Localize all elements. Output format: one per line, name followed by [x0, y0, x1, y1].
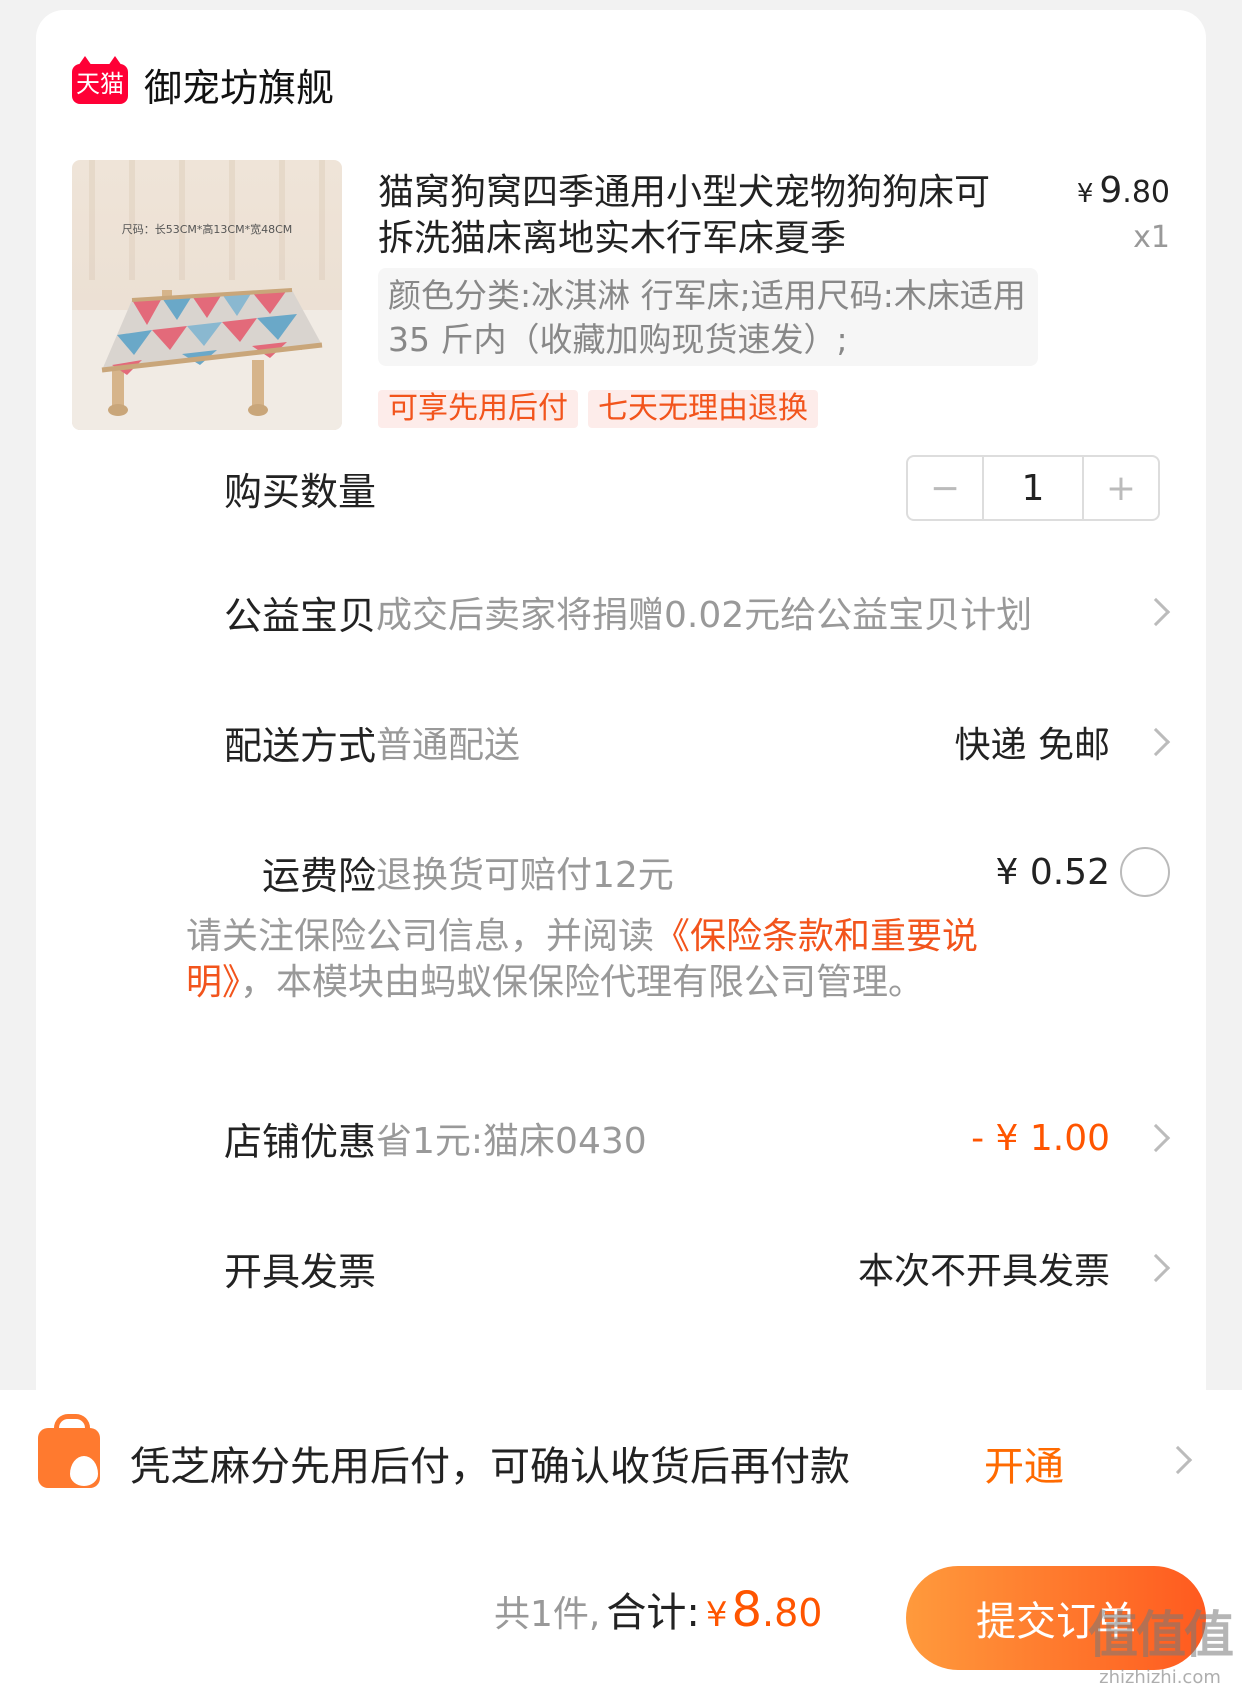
watermark: 值值值 zhizhizhi.com	[1088, 1595, 1234, 1688]
watermark-main: 值值值	[1088, 1606, 1234, 1664]
price-decimal: .80	[1122, 175, 1170, 210]
insurance-radio[interactable]	[1120, 847, 1170, 897]
chevron-right-icon	[1141, 597, 1171, 627]
price-integer: 9	[1099, 170, 1123, 211]
total-cents: .80	[762, 1591, 823, 1635]
total-currency: ¥	[705, 1595, 728, 1635]
chevron-right-icon	[1163, 1445, 1193, 1475]
store-discount-row[interactable]: 店铺优惠 省1元:猫床0430 - ¥ 1.00	[36, 1098, 1206, 1178]
activate-button[interactable]: 开通	[984, 1434, 1064, 1492]
chevron-right-icon	[1141, 1123, 1171, 1153]
invoice-value: 本次不开具发票	[857, 1251, 1110, 1292]
insurance-label: 运费险	[261, 853, 376, 898]
charity-row[interactable]: 公益宝贝 成交后卖家将捐赠0.02元给公益宝贝计划	[36, 572, 1206, 652]
store-discount-value: - ¥ 1.00	[971, 1117, 1110, 1159]
decrease-button[interactable]: −	[908, 457, 982, 519]
shop-name[interactable]: 御宠坊旗舰	[144, 57, 334, 112]
product-photo: 尺码：长53CM*高13CM*宽48CM	[72, 160, 342, 430]
image-caption: 尺码：长53CM*高13CM*宽48CM	[122, 222, 293, 236]
order-total: 共1件, 合计: ¥ 8.80	[494, 1580, 822, 1638]
invoice-row[interactable]: 开具发票 本次不开具发票	[36, 1228, 1206, 1308]
quantity-value[interactable]: 1	[982, 457, 1084, 519]
order-card: 天猫 御宠坊旗舰 尺码：长53CM*高13CM*宽48CM 猫窝狗窝四季通用小型…	[36, 10, 1206, 1430]
service-tags: 可享先用后付 七天无理由退换	[378, 390, 818, 428]
total-amount: 8	[731, 1582, 763, 1638]
product-title[interactable]: 猫窝狗窝四季通用小型犬宠物狗狗床可拆洗猫床离地实木行军床夏季	[378, 170, 1018, 262]
notice-text-tail: ，本模块由蚂蚁保保险代理有限公司管理。	[240, 962, 925, 1003]
product-quantity: x1	[1133, 220, 1170, 255]
product-image[interactable]: 尺码：长53CM*高13CM*宽48CM	[72, 160, 342, 430]
pay-later-text: 凭芝麻分先用后付，可确认收货后再付款	[130, 1444, 850, 1490]
insurance-notice: 请关注保险公司信息，并阅读《保险条款和重要说明》，本模块由蚂蚁保保险代理有限公司…	[186, 914, 1056, 1006]
product-price: ¥9.80	[1077, 170, 1170, 211]
notice-text: 请关注保险公司信息，并阅读	[186, 916, 655, 957]
shop-header[interactable]: 天猫 御宠坊旗舰	[72, 54, 334, 114]
watermark-sub: zhizhizhi.com	[1099, 1667, 1221, 1688]
tag-seven-day-return: 七天无理由退换	[588, 390, 818, 428]
insurance-desc: 退换货可赔付12元	[376, 855, 674, 896]
total-label: 合计:	[606, 1590, 700, 1636]
insurance-price: ¥ 0.52	[995, 851, 1110, 893]
item-count: 共1件,	[494, 1594, 601, 1635]
store-discount-label: 店铺优惠	[223, 1119, 376, 1164]
tmall-logo: 天猫	[72, 56, 128, 104]
checkout-bar: 共1件, 合计: ¥ 8.80 提交订单	[0, 1550, 1242, 1670]
quantity-stepper[interactable]: − 1 +	[906, 455, 1160, 521]
charity-desc: 成交后卖家将捐赠0.02元给公益宝贝计划	[376, 595, 1033, 636]
insurance-row: 运费险 退换货可赔付12元 ¥ 0.52	[36, 832, 1206, 912]
delivery-row[interactable]: 配送方式 普通配送 快递 免邮	[36, 702, 1206, 782]
chevron-right-icon	[1141, 1253, 1171, 1283]
quantity-row: 购买数量 − 1 +	[36, 448, 1206, 528]
tag-pay-later: 可享先用后付	[378, 390, 578, 428]
shopping-bag-icon	[38, 1414, 100, 1488]
charity-label: 公益宝贝	[223, 593, 376, 638]
quantity-label: 购买数量	[223, 469, 376, 514]
sku-info[interactable]: 颜色分类:冰淇淋 行军床;适用尺码:木床适用 35 斤内（收藏加购现货速发）;	[378, 268, 1038, 366]
delivery-value: 快递 免邮	[954, 725, 1110, 766]
increase-button[interactable]: +	[1084, 457, 1158, 519]
delivery-desc: 普通配送	[376, 725, 521, 766]
chevron-right-icon	[1141, 727, 1171, 757]
store-discount-desc: 省1元:猫床0430	[376, 1121, 647, 1162]
bottom-panel: 凭芝麻分先用后付，可确认收货后再付款 开通 共1件, 合计: ¥ 8.80 提交…	[0, 1390, 1242, 1694]
price-currency: ¥	[1076, 179, 1094, 209]
pay-later-banner[interactable]: 凭芝麻分先用后付，可确认收货后再付款 开通	[0, 1414, 1242, 1500]
delivery-label: 配送方式	[223, 723, 376, 768]
invoice-label: 开具发票	[223, 1249, 376, 1294]
